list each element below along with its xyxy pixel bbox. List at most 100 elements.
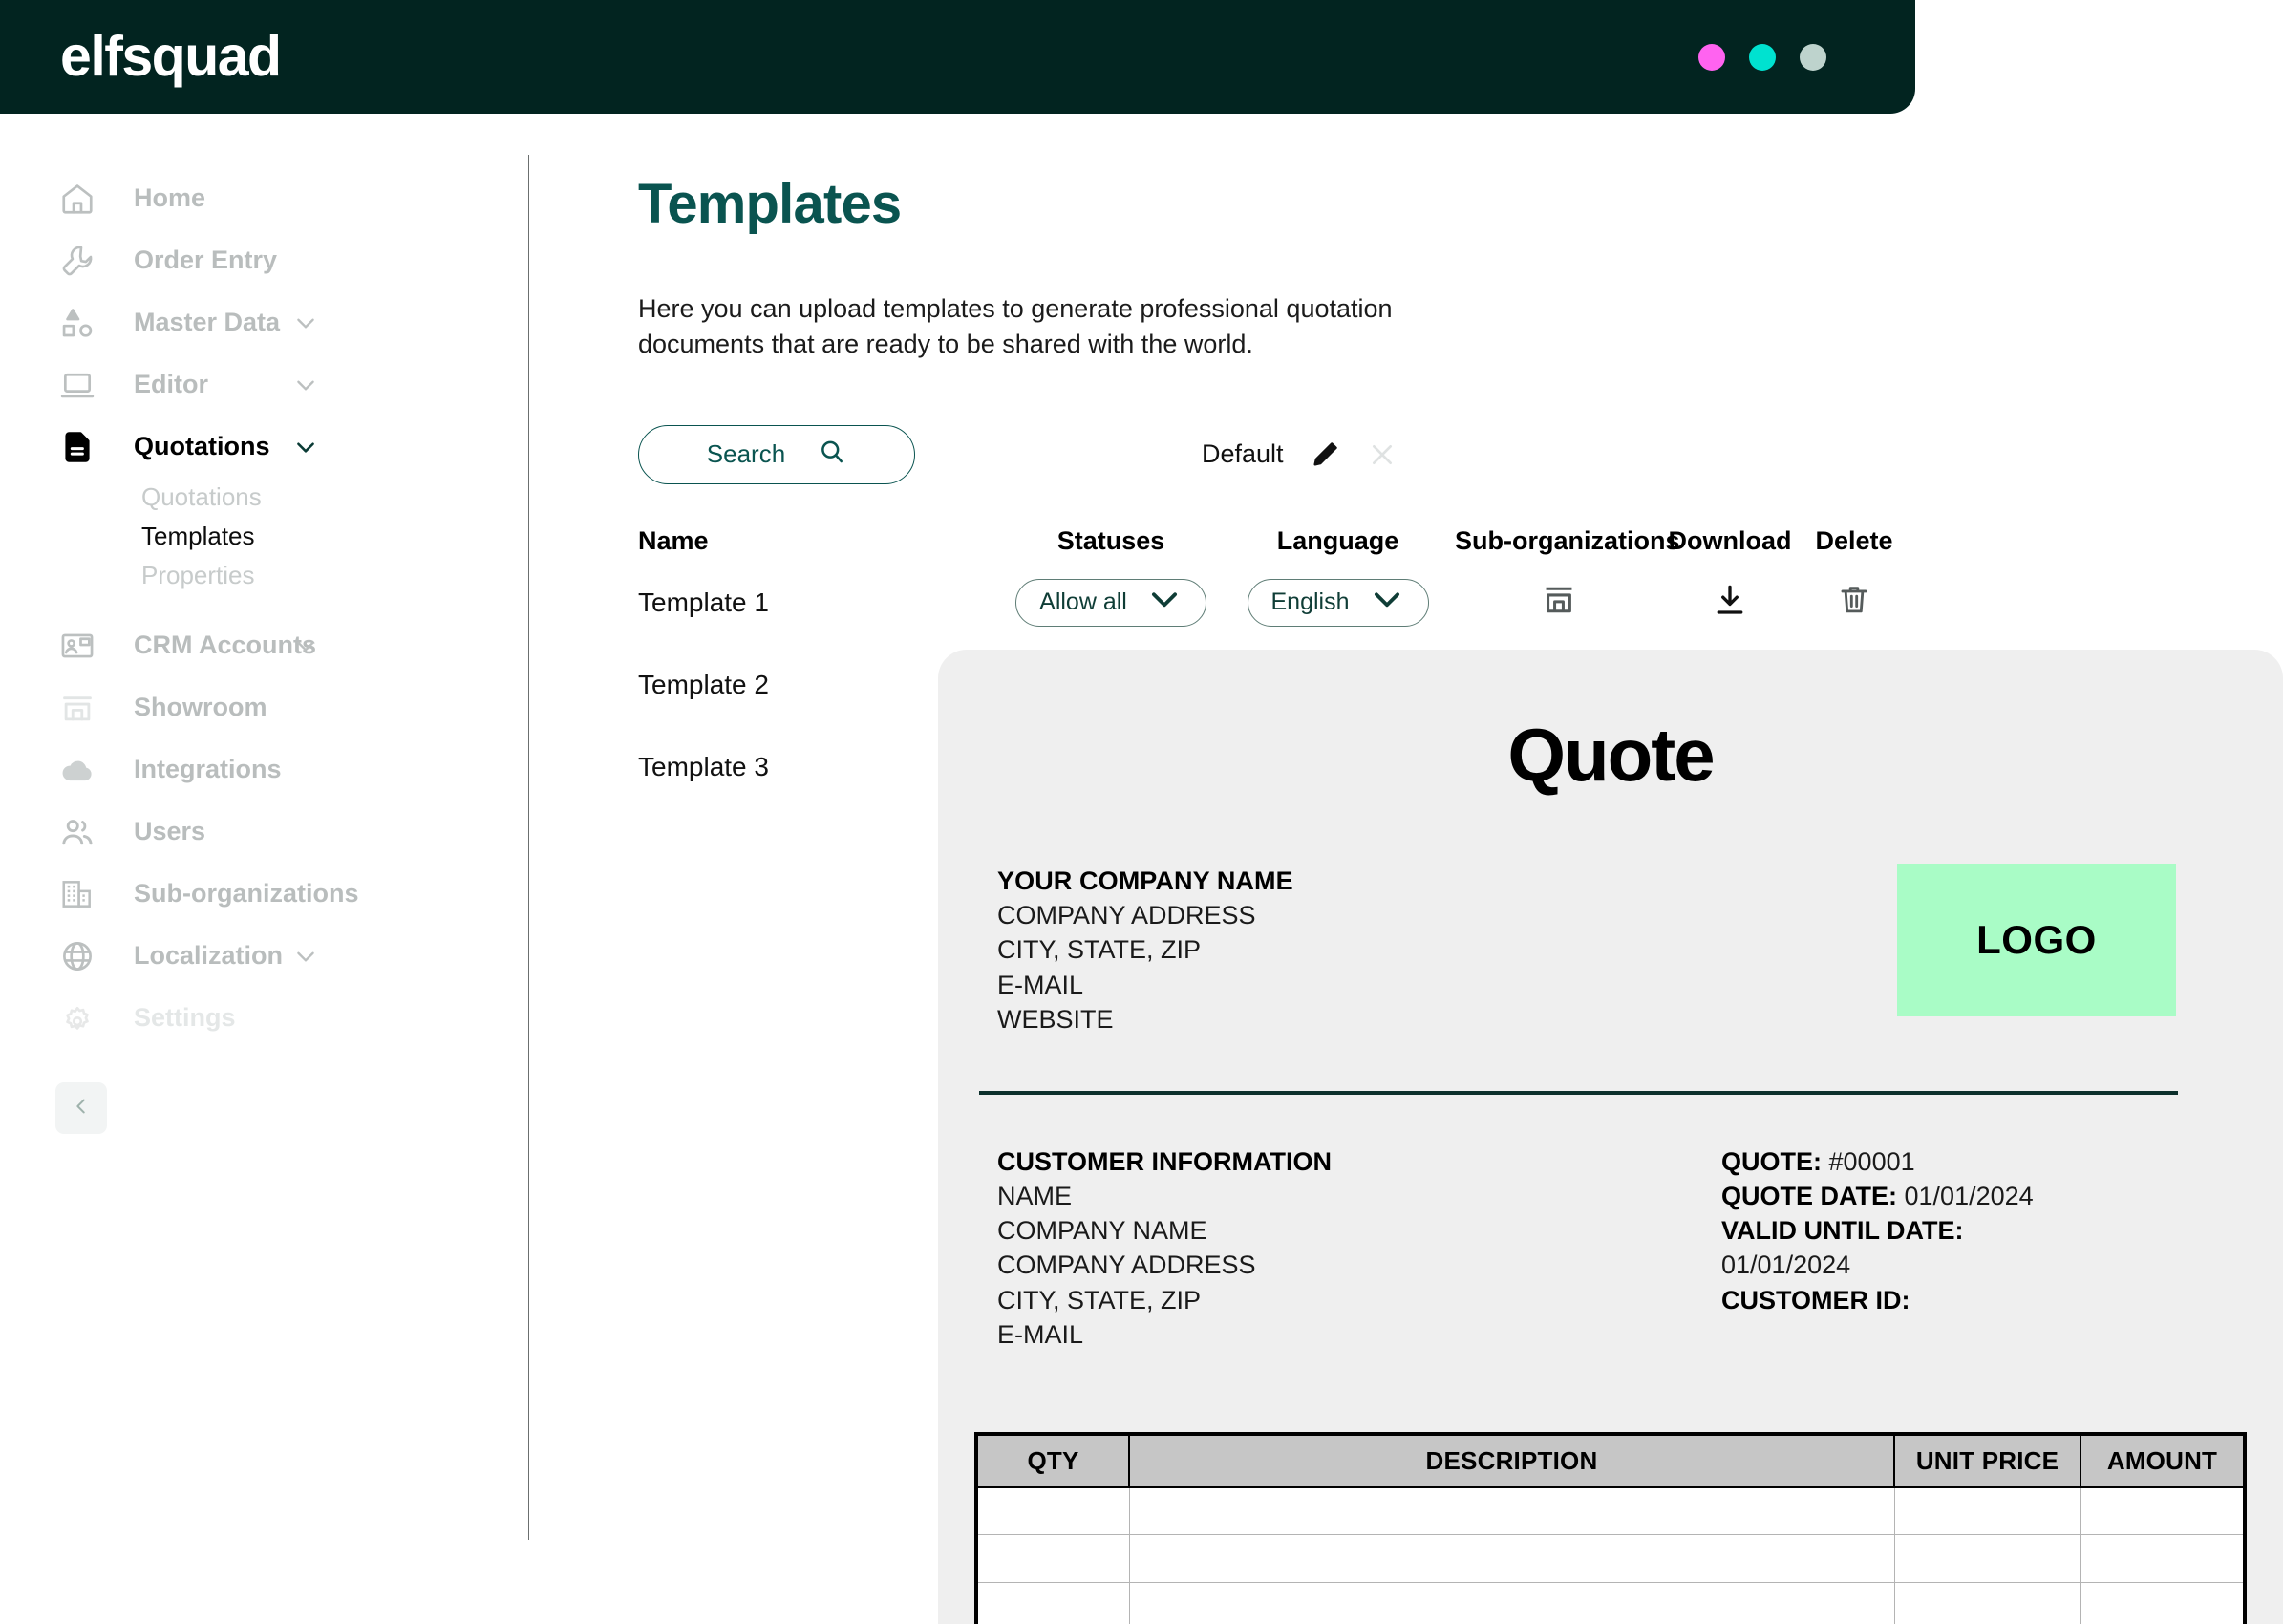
line-item-row[interactable] <box>975 1486 2246 1536</box>
quote-meta: QUOTE: #00001 QUOTE DATE: 01/01/2024 VAL… <box>1721 1144 2180 1352</box>
contact-card-icon <box>57 626 97 666</box>
wrench-icon <box>57 241 97 281</box>
column-header-sub-organizations: Sub-organizations <box>1455 525 1680 555</box>
sidebar-item-sub-organizations[interactable]: Sub-organizations <box>0 863 528 925</box>
dot-gray-icon <box>1800 43 1826 71</box>
chevron-left-icon <box>71 1096 92 1122</box>
cell-unit-price <box>1893 1534 2081 1584</box>
quote-company-block: YOUR COMPANY NAME COMPANY ADDRESS CITY, … <box>997 864 2176 1036</box>
sidebar-item-crm-accounts[interactable]: CRM Accounts <box>0 614 528 676</box>
cell-qty <box>975 1582 1130 1624</box>
column-header-statuses: Statuses <box>1056 525 1165 555</box>
document-icon <box>57 427 97 467</box>
cloud-icon <box>57 750 97 790</box>
cell-description <box>1128 1582 1895 1624</box>
sidebar-sublabel: Quotations <box>141 482 262 511</box>
sidebar-label: Sub-organizations <box>134 879 359 908</box>
sidebar-item-integrations[interactable]: Integrations <box>0 738 528 801</box>
quote-heading: Quote <box>1507 713 1715 797</box>
sidebar-label: Users <box>134 817 206 845</box>
customer-company-name: COMPANY NAME <box>997 1216 1207 1246</box>
quote-details-block: CUSTOMER INFORMATION NAME COMPANY NAME C… <box>997 1144 2180 1352</box>
line-items-body <box>975 1486 2246 1624</box>
building-icon <box>57 874 97 914</box>
sidebar-item-editor[interactable]: Editor <box>0 353 528 416</box>
customer-name: NAME <box>997 1182 1073 1211</box>
sidebar-label: Integrations <box>134 755 282 783</box>
dot-cyan-icon <box>1749 43 1776 71</box>
brand-logo[interactable]: elfsquad <box>60 29 282 85</box>
pencil-icon[interactable] <box>1309 438 1341 471</box>
customer-city-state-zip: CITY, STATE, ZIP <box>997 1285 1202 1314</box>
header-dots <box>1698 43 1826 71</box>
cell-description <box>1128 1534 1895 1584</box>
globe-icon <box>57 936 97 976</box>
close-icon[interactable] <box>1366 438 1398 471</box>
sub-organizations-button[interactable] <box>1455 582 1663 623</box>
gear-icon <box>57 998 97 1038</box>
search-input[interactable]: Search <box>638 424 915 484</box>
storefront-icon <box>57 688 97 728</box>
sidebar-subitem-templates[interactable]: Templates <box>0 517 528 556</box>
sidebar-divider <box>528 155 529 1540</box>
sidebar-subitem-quotations[interactable]: Quotations <box>0 478 528 517</box>
sidebar-item-settings[interactable]: Settings <box>0 987 528 1049</box>
trash-icon <box>1836 582 1872 623</box>
sidebar-item-master-data[interactable]: Master Data <box>0 291 528 353</box>
valid-until-value-row: 01/01/2024 <box>1721 1250 1851 1280</box>
company-address: COMPANY ADDRESS <box>997 901 1256 930</box>
sidebar-label: Localization <box>134 941 284 970</box>
sidebar-label: CRM Accounts <box>134 630 317 659</box>
download-icon <box>1712 582 1748 623</box>
line-items-column-description: DESCRIPTION <box>1128 1432 1895 1488</box>
sidebar-item-order-entry[interactable]: Order Entry <box>0 229 528 291</box>
sidebar-item-localization[interactable]: Localization <box>0 925 528 987</box>
chevron-down-icon <box>1369 581 1405 624</box>
line-item-row[interactable] <box>975 1582 2246 1624</box>
chevron-down-icon[interactable] <box>293 633 318 658</box>
download-button[interactable] <box>1663 582 1797 623</box>
sidebar-sublabel: Templates <box>141 522 255 550</box>
sidebar-subitem-properties[interactable]: Properties <box>0 556 528 595</box>
table-row[interactable]: Template 1 Allow all English <box>638 567 1911 638</box>
sidebar-item-quotations[interactable]: Quotations <box>0 416 528 478</box>
chevron-down-icon[interactable] <box>293 435 318 459</box>
sidebar-collapse-button[interactable] <box>55 1082 107 1134</box>
company-email: E-MAIL <box>997 970 1084 999</box>
chevron-down-icon[interactable] <box>293 373 318 397</box>
company-city-state-zip: CITY, STATE, ZIP <box>997 935 1202 965</box>
customer-company-address: COMPANY ADDRESS <box>997 1250 1256 1280</box>
quote-date-value: 01/01/2024 <box>1904 1182 2034 1211</box>
sidebar-item-showroom[interactable]: Showroom <box>0 676 528 738</box>
default-template-controls: Default <box>1202 438 1398 471</box>
customer-id-label: CUSTOMER ID: <box>1721 1285 1910 1314</box>
people-icon <box>57 812 97 852</box>
chevron-down-icon <box>1146 581 1183 624</box>
quote-preview-panel: Quote YOUR COMPANY NAME COMPANY ADDRESS … <box>938 650 2283 1624</box>
sidebar-item-home[interactable]: Home <box>0 167 528 229</box>
line-item-row[interactable] <box>975 1534 2246 1584</box>
valid-until-label-row: VALID UNTIL DATE: <box>1721 1213 2180 1248</box>
company-name: YOUR COMPANY NAME <box>997 866 1293 895</box>
customer-info: CUSTOMER INFORMATION NAME COMPANY NAME C… <box>997 1144 1332 1352</box>
quote-divider <box>979 1090 2178 1095</box>
search-label: Search <box>706 439 786 468</box>
status-dropdown[interactable]: Allow all <box>1001 578 1221 627</box>
language-dropdown[interactable]: English <box>1221 578 1455 627</box>
cell-description <box>1128 1486 1895 1536</box>
dot-pink-icon <box>1698 43 1725 71</box>
delete-button[interactable] <box>1797 582 1911 623</box>
page-description: Here you can upload templates to generat… <box>638 294 1393 359</box>
shapes-icon <box>57 303 97 343</box>
sidebar-label: Quotations <box>134 432 270 460</box>
app-root: elfsquad Home Order Entry Master Data Ed… <box>0 0 2283 1624</box>
quote-number-label: QUOTE: <box>1721 1146 1822 1176</box>
sidebar-item-users[interactable]: Users <box>0 801 528 863</box>
chevron-down-icon[interactable] <box>293 310 318 335</box>
language-value: English <box>1270 588 1350 615</box>
column-header-download: Download <box>1668 525 1792 555</box>
sidebar-sublabel: Properties <box>141 561 255 589</box>
chevron-down-icon[interactable] <box>293 944 318 969</box>
status-value: Allow all <box>1039 588 1127 615</box>
customer-email: E-MAIL <box>997 1319 1084 1349</box>
